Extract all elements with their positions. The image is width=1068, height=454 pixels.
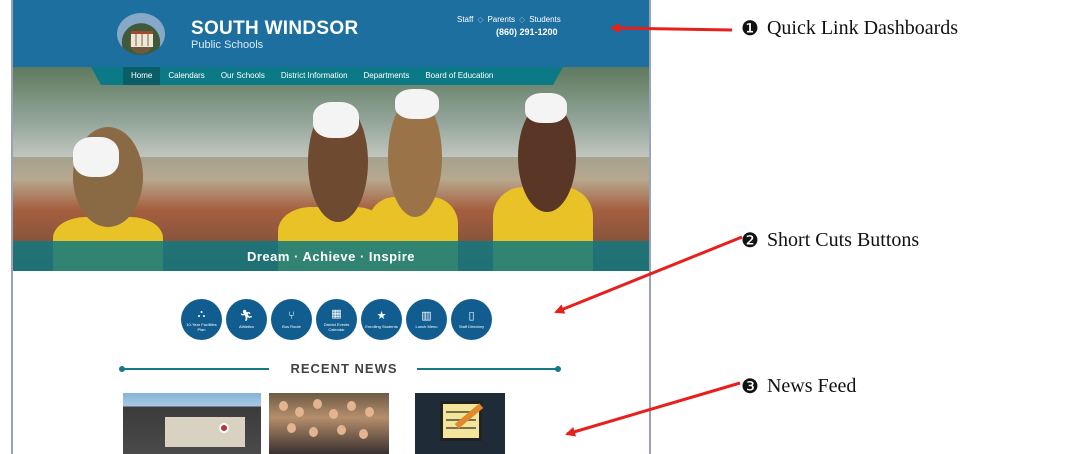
nav-calendars[interactable]: Calendars xyxy=(160,67,212,85)
shortcut-label: Lunch Menu xyxy=(415,324,438,329)
school-name[interactable]: SOUTH WINDSOR xyxy=(191,18,359,40)
divider-line xyxy=(417,368,557,370)
recent-news-heading: RECENT NEWS xyxy=(290,361,398,376)
school-subtitle: Public Schools xyxy=(191,39,264,51)
route-icon: ⑂ xyxy=(288,309,295,322)
annotation-number-2: ❷ xyxy=(741,228,759,252)
annotation-text: News Feed xyxy=(766,374,857,397)
shortcut-label: Bus Route xyxy=(282,324,301,329)
star-icon: ★ xyxy=(376,309,387,322)
divider-line xyxy=(123,368,269,370)
shortcut-label: Athletics xyxy=(238,324,255,329)
nav-home[interactable]: Home xyxy=(123,67,161,85)
quick-links: Staff ◇ Parents ◇ Students xyxy=(457,15,561,24)
shortcut-events-calendar[interactable]: ▦ District Events Calendar xyxy=(316,299,357,340)
shortcut-label: District Events Calendar xyxy=(323,321,350,332)
main-nav: Home Calendars Our Schools District Info… xyxy=(91,67,563,85)
tagline: Dream · Achieve · Inspire xyxy=(246,248,416,264)
annotation-text: Short Cuts Buttons xyxy=(766,228,920,251)
separator: ◇ xyxy=(519,15,526,24)
quick-link-parents[interactable]: Parents xyxy=(487,15,515,24)
annotation-shortcuts: ❷ Short Cuts Buttons xyxy=(741,228,919,252)
shortcut-label: Enrolling Students xyxy=(365,324,398,329)
shortcut-label: Staff Directory xyxy=(458,324,485,329)
site-header: SOUTH WINDSOR Public Schools Staff ◇ Par… xyxy=(13,0,649,67)
quick-link-staff[interactable]: Staff xyxy=(457,15,473,24)
quick-link-students[interactable]: Students xyxy=(529,15,561,24)
annotation-number-3: ❸ xyxy=(741,374,759,398)
shortcut-athletics[interactable]: 🏃︎ Athletics xyxy=(226,299,267,340)
annotation-number-1: ❶ xyxy=(741,16,759,40)
news-thumbnail[interactable] xyxy=(269,393,389,454)
nav-board-of-education[interactable]: Board of Education xyxy=(417,67,501,85)
book-icon: ▥ xyxy=(421,309,432,322)
school-logo[interactable] xyxy=(117,13,165,55)
news-thumbnail[interactable] xyxy=(415,393,505,454)
calendar-icon: ▦ xyxy=(331,306,342,320)
nav-district-information[interactable]: District Information xyxy=(273,67,356,85)
tagline-banner: Dream · Achieve · Inspire xyxy=(13,241,649,271)
shortcut-bus-route[interactable]: ⑂ Bus Route xyxy=(271,299,312,340)
shortcut-label: 10-Year Facilities Plan xyxy=(186,321,217,332)
shortcut-buttons: ⛬ 10-Year Facilities Plan 🏃︎ Athletics ⑂… xyxy=(181,299,492,340)
nav-departments[interactable]: Departments xyxy=(356,67,418,85)
separator: ◇ xyxy=(477,15,484,24)
directory-icon: ▯ xyxy=(468,309,475,322)
divider-dot xyxy=(555,366,561,372)
annotation-text: Quick Link Dashboards xyxy=(766,16,959,39)
nav-our-schools[interactable]: Our Schools xyxy=(213,67,273,85)
shortcut-lunch-menu[interactable]: ▥ Lunch Menu xyxy=(406,299,447,340)
phone-number[interactable]: (860) 291-1200 xyxy=(496,27,558,37)
shortcut-staff-directory[interactable]: ▯ Staff Directory xyxy=(451,299,492,340)
shortcut-enrolling-students[interactable]: ★ Enrolling Students xyxy=(361,299,402,340)
news-thumbnail[interactable] xyxy=(123,393,261,454)
annotation-news-feed: ❸ News Feed xyxy=(741,374,856,398)
school-icon: ⛬ xyxy=(197,306,206,320)
website-screenshot: SOUTH WINDSOR Public Schools Staff ◇ Par… xyxy=(11,0,651,454)
runner-icon: 🏃︎ xyxy=(239,309,254,322)
annotation-quick-links: ❶ Quick Link Dashboards xyxy=(741,16,958,40)
shortcut-facilities-plan[interactable]: ⛬ 10-Year Facilities Plan xyxy=(181,299,222,340)
